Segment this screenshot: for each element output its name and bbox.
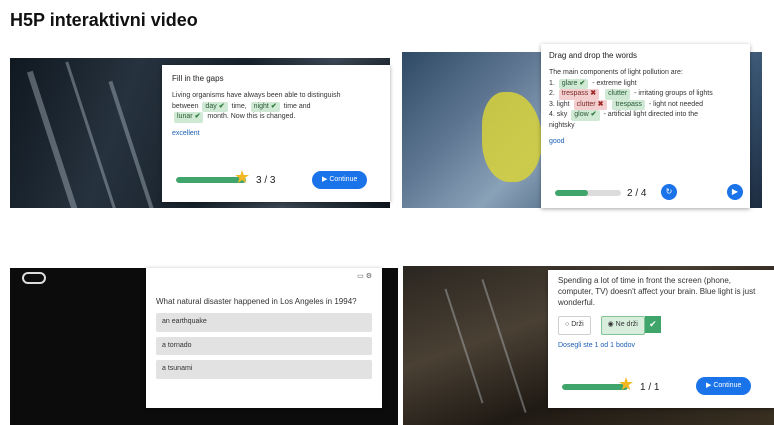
gap-text-part: between <box>172 102 199 110</box>
check-icon: ✔ <box>590 111 597 118</box>
line-text: - irritating groups of lights <box>634 90 713 97</box>
gap-answer[interactable]: lunar ✔ <box>174 112 204 123</box>
page-title: H5P interaktivni video <box>10 10 198 30</box>
gap-answer-label: day <box>205 102 217 110</box>
drop-zone[interactable]: clutter ✖ <box>573 99 607 110</box>
cross-icon: ✖ <box>590 90 597 97</box>
gap-answer[interactable]: day ✔ <box>202 101 228 112</box>
drag-line: 4. sky glow ✔ - artificial light directed… <box>549 110 742 131</box>
answer-option[interactable]: a tsunami <box>156 360 372 379</box>
continue-button[interactable]: ▶ Continue <box>312 171 368 189</box>
star-icon: ★ <box>618 374 635 394</box>
score-bar <box>555 190 621 196</box>
channel-logo <box>22 272 46 284</box>
play-icon: ▶ <box>322 176 328 183</box>
drop-zone[interactable]: glare ✔ <box>558 78 589 89</box>
line-number: 4. sky <box>549 111 568 118</box>
false-option-label: Ne drži <box>615 321 638 329</box>
correct-answer: trespass <box>612 99 645 110</box>
score-text: 3 / 3 <box>256 175 276 186</box>
card-heading: Drag and drop the words <box>549 51 638 60</box>
continue-label: Continue <box>713 382 742 389</box>
drop-zone-label: glow <box>574 111 589 118</box>
true-false-options: ○ Drži ◉ Ne drži ✔ <box>558 308 764 335</box>
line-number: 2. <box>549 90 555 97</box>
question-text: What natural disaster happened in Los An… <box>156 297 357 306</box>
answer-option[interactable]: a tornado <box>156 336 372 355</box>
drag-line: 1. glare ✔ - extreme light <box>549 78 742 89</box>
check-icon: ✔ <box>218 102 225 110</box>
radio-icon: ◉ <box>607 321 614 329</box>
check-icon: ✔ <box>194 113 201 120</box>
gear-icon[interactable]: ⚙ <box>366 273 372 280</box>
check-icon: ✔ <box>644 316 661 334</box>
line-number: 3. light <box>549 100 570 108</box>
retry-icon[interactable]: ↻ <box>661 184 677 200</box>
line-text: nightsky <box>549 121 575 129</box>
play-icon: ▶ <box>706 382 712 389</box>
card-heading: Fill in the gaps <box>172 74 224 83</box>
drag-intro: The main components of light pollution a… <box>549 69 683 76</box>
statement-text: Spending a lot of time in front the scre… <box>558 276 756 307</box>
gap-text-part: month. Now this is changed. <box>207 113 296 120</box>
gap-answer[interactable]: night ✔ <box>250 101 280 112</box>
check-icon: ✔ <box>579 79 586 87</box>
feedback-text: excellent <box>172 129 200 137</box>
drop-zone-label: trespass <box>561 90 589 97</box>
drag-line: 3. light clutter ✖ trespass - light not n… <box>549 99 742 110</box>
card-controls: ▭ ⚙ <box>357 272 372 283</box>
continue-label: Continue <box>329 176 358 183</box>
drop-zone-label: clutter <box>576 100 596 108</box>
continue-button[interactable]: ▶ Continue <box>696 377 752 395</box>
drag-line: 2. trespass ✖ clutter - irritating groups… <box>549 89 742 100</box>
gap-answer-label: lunar <box>177 113 193 120</box>
drop-zone[interactable]: glow ✔ <box>571 110 600 121</box>
score-bar-fill <box>555 190 588 196</box>
gap-text-part: time, <box>231 102 247 110</box>
line-text: - extreme light <box>592 79 637 87</box>
drop-zone-label: glare <box>561 79 578 87</box>
drag-drop-card: Drag and drop the words The main compone… <box>541 44 750 208</box>
false-option[interactable]: ◉ Ne drži <box>600 316 645 335</box>
score-text: 1 / 1 <box>640 382 660 393</box>
multiple-choice-card: ▭ ⚙ What natural disaster happened in Lo… <box>146 268 382 408</box>
fill-in-gaps-card: Fill in the gaps Living organisms have a… <box>162 65 390 202</box>
star-icon: ★ <box>234 167 251 187</box>
feedback-text: good <box>549 138 565 145</box>
true-option-label: Drži <box>571 321 584 329</box>
line-text: - artificial light directed into the <box>603 111 699 118</box>
window-icon[interactable]: ▭ <box>357 273 364 280</box>
true-false-card: Spending a lot of time in front the scre… <box>548 270 774 408</box>
radio-icon: ○ <box>565 321 570 329</box>
line-text: - light not needed <box>648 100 703 108</box>
gap-answer-label: night <box>253 102 269 110</box>
correct-answer-label: trespass <box>615 100 642 108</box>
correct-answer: clutter <box>605 89 631 100</box>
answer-option[interactable]: an earthquake <box>156 313 372 332</box>
feedback-text: Dosegli ste 1 od 1 bodov <box>558 341 636 349</box>
correct-answer-label: clutter <box>608 90 628 97</box>
gap-text-line: Living organisms have always been able t… <box>172 92 341 99</box>
line-number: 1. <box>549 79 555 87</box>
cross-icon: ✖ <box>597 100 604 108</box>
true-option[interactable]: ○ Drži <box>558 316 591 335</box>
play-icon[interactable]: ▶ <box>727 184 743 200</box>
check-icon: ✔ <box>270 102 277 110</box>
score-text: 2 / 4 <box>627 188 647 199</box>
gap-text-part: time and <box>283 102 311 110</box>
drop-zone[interactable]: trespass ✖ <box>558 89 600 100</box>
gap-text: Living organisms have always been able t… <box>172 91 380 123</box>
